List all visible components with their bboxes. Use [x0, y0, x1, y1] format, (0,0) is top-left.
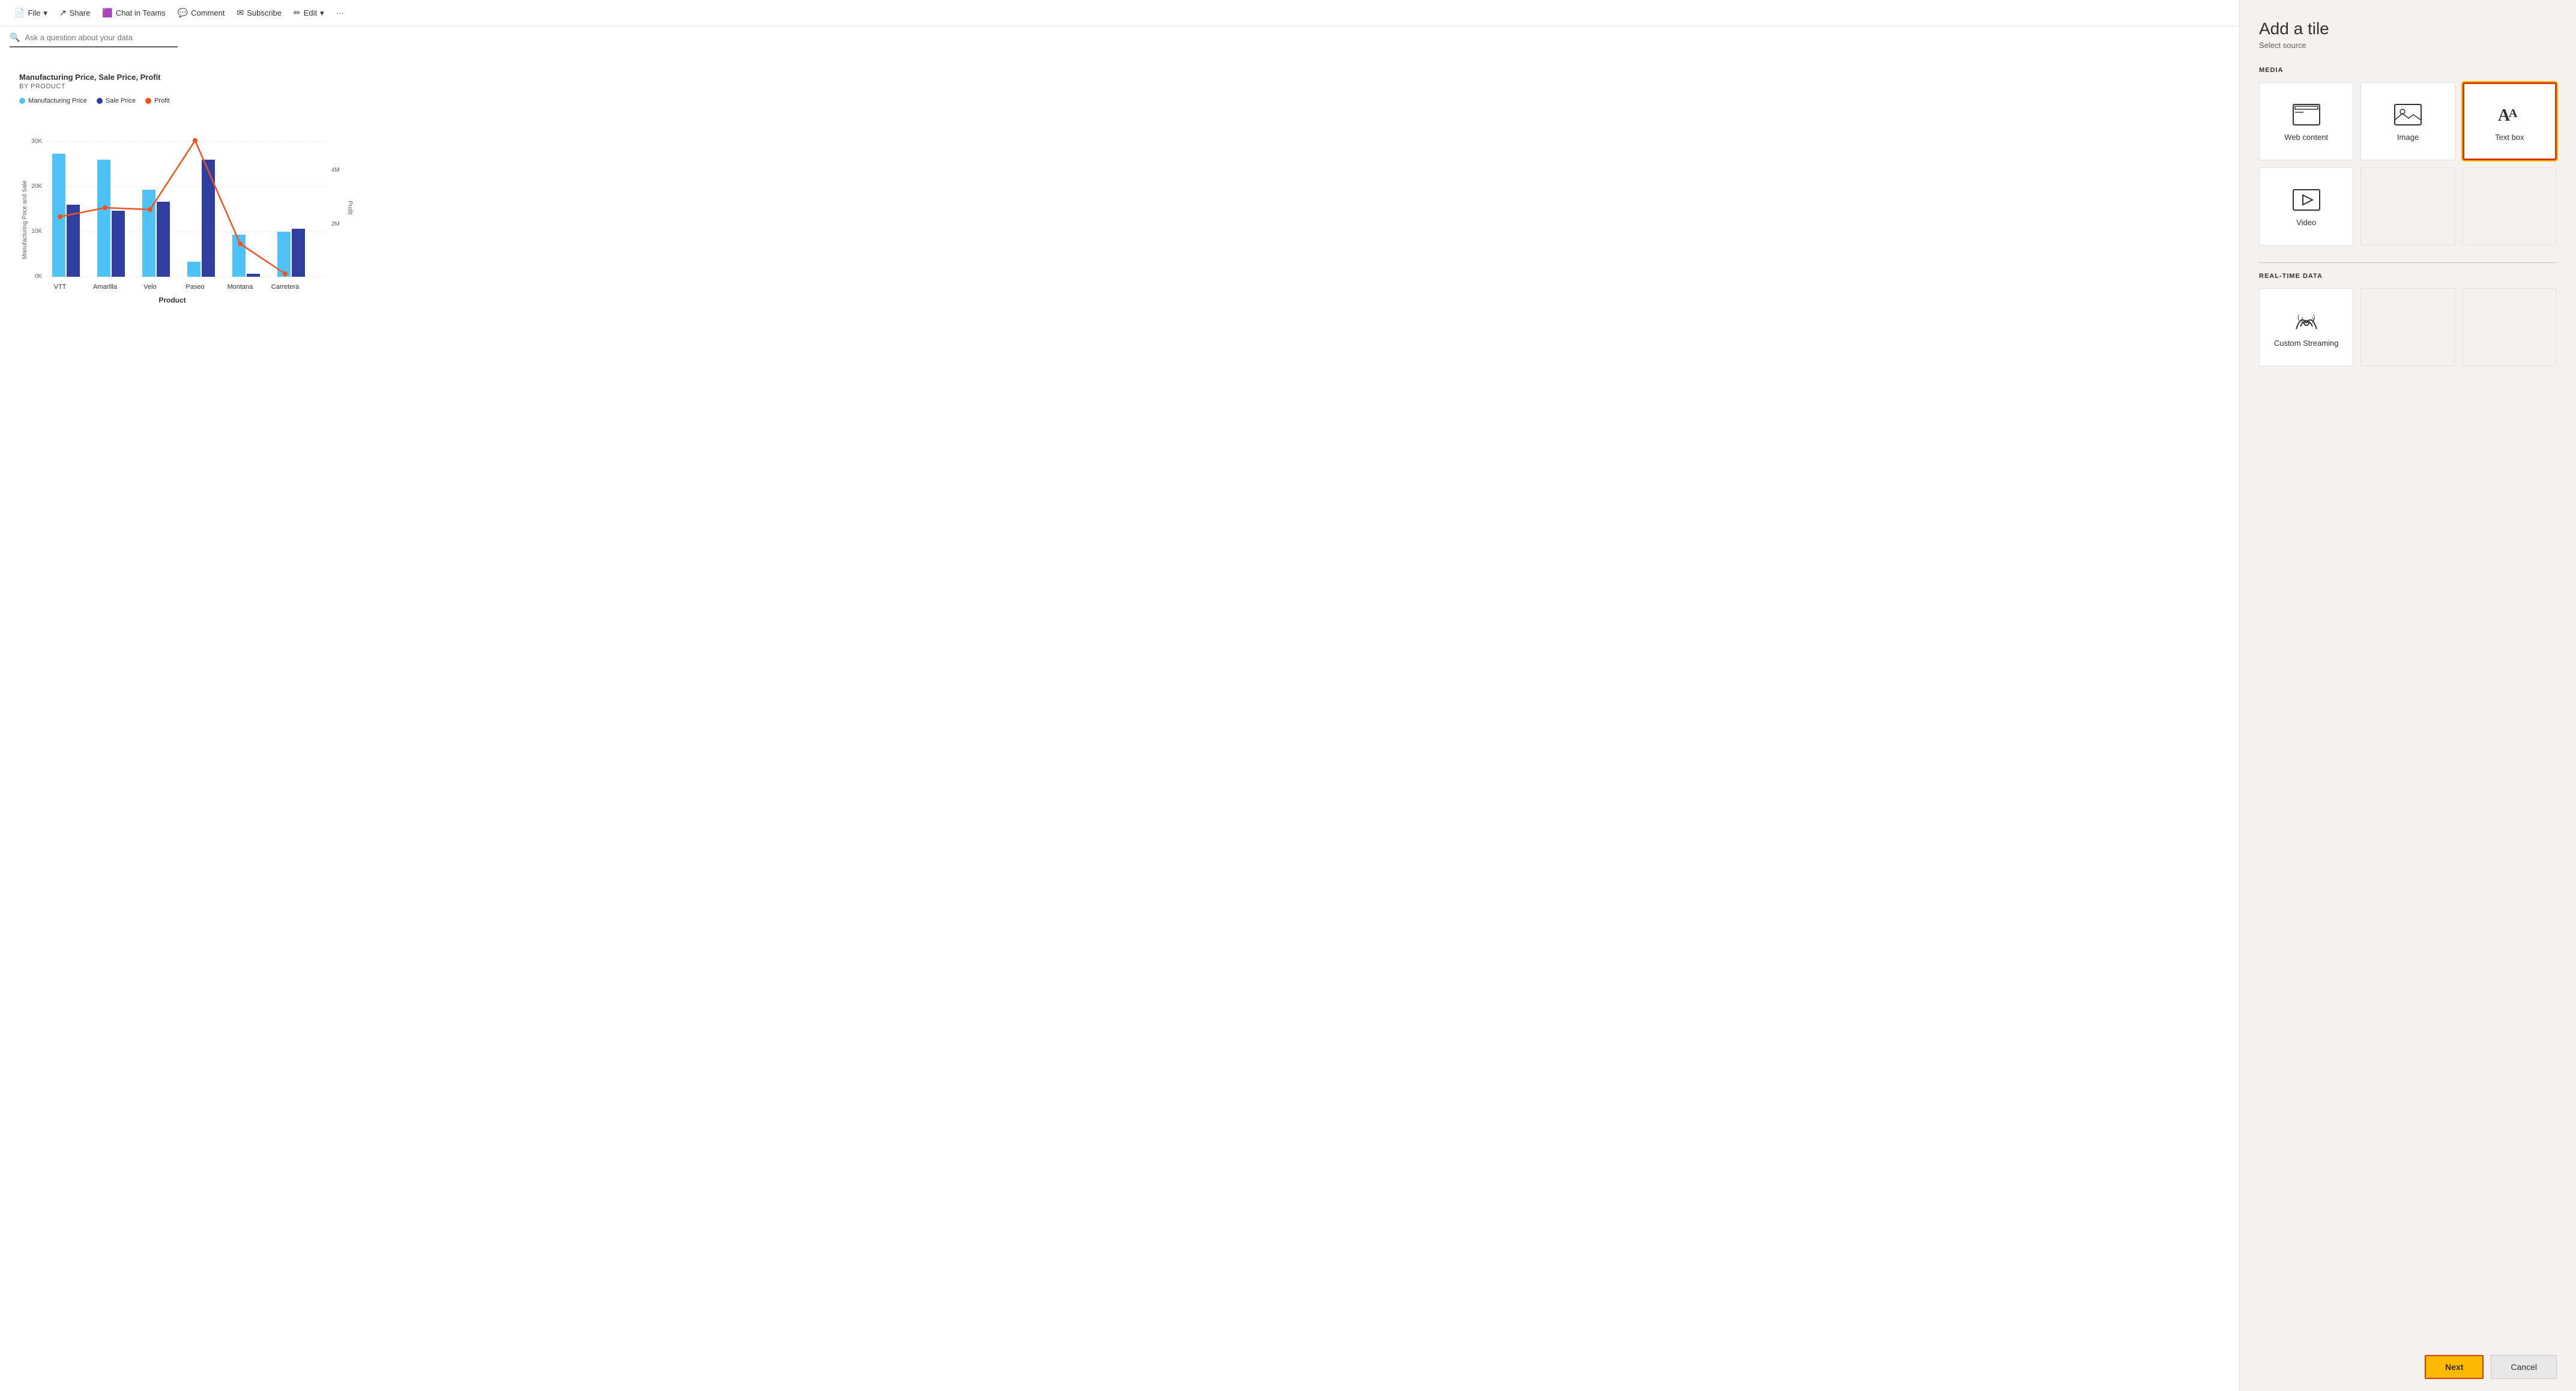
- legend-profit: Profit: [145, 97, 170, 104]
- web-content-label: Web content: [2284, 133, 2328, 142]
- custom-streaming-label: Custom Streaming: [2274, 339, 2339, 348]
- chart-title: Manufacturing Price, Sale Price, Profit: [19, 73, 2220, 82]
- text-box-label: Text box: [2495, 133, 2524, 142]
- subscribe-icon: ✉: [237, 8, 244, 18]
- video-icon: [2293, 189, 2320, 211]
- image-icon: [2394, 104, 2422, 125]
- tile-empty-2: [2463, 167, 2557, 246]
- share-icon: ↗: [59, 8, 67, 18]
- subscribe-button[interactable]: ✉ Subscribe: [232, 5, 286, 21]
- tile-custom-streaming[interactable]: ( ) ( ) Custom Streaming: [2259, 288, 2353, 366]
- svg-text:Carretera: Carretera: [271, 283, 300, 291]
- svg-text:Amarilla: Amarilla: [93, 283, 118, 291]
- tile-web-content[interactable]: Web content: [2259, 82, 2353, 160]
- chart-svg: Manufacturing Price and Sale Profit 30K …: [19, 112, 355, 316]
- comment-button[interactable]: 💬 Comment: [173, 5, 230, 21]
- chart-legend: Manufacturing Price Sale Price Profit: [19, 97, 2220, 104]
- ask-question-input[interactable]: [25, 33, 178, 42]
- share-label: Share: [70, 8, 91, 17]
- search-icon: 🔍: [10, 32, 20, 43]
- web-content-icon: [2293, 104, 2320, 125]
- svg-text:2M: 2M: [331, 221, 340, 228]
- legend-manufacturing-label: Manufacturing Price: [28, 97, 87, 104]
- share-button[interactable]: ↗ Share: [55, 5, 95, 21]
- legend-manufacturing: Manufacturing Price: [19, 97, 87, 104]
- more-icon: ···: [336, 8, 344, 17]
- chart-container: Manufacturing Price, Sale Price, Profit …: [10, 63, 2230, 1381]
- left-panel: 📄 File ▾ ↗ Share 🟪 Chat in Teams 💬 Comme…: [0, 0, 2240, 1391]
- edit-chevron-icon: ▾: [320, 8, 324, 18]
- legend-manufacturing-dot: [19, 98, 25, 104]
- right-panel: Add a tile Select source MEDIA Web conte…: [2240, 0, 2576, 1391]
- file-menu[interactable]: 📄 File ▾: [10, 5, 52, 21]
- ask-question-bar[interactable]: 🔍: [10, 32, 178, 47]
- svg-text:Profit: Profit: [346, 201, 353, 215]
- edit-label: Edit: [304, 8, 317, 17]
- media-section-label: MEDIA: [2259, 67, 2557, 74]
- svg-text:(: (: [2301, 316, 2303, 324]
- edit-icon: ✏: [294, 8, 301, 18]
- svg-text:(: (: [2297, 314, 2300, 321]
- svg-text:20K: 20K: [31, 183, 42, 190]
- legend-sale: Sale Price: [97, 97, 136, 104]
- svg-text:Manufacturing Price and Sale: Manufacturing Price and Sale: [22, 180, 28, 259]
- cancel-button[interactable]: Cancel: [2491, 1355, 2557, 1379]
- svg-text:0K: 0K: [35, 273, 43, 280]
- realtime-section-label: REAL-TIME DATA: [2259, 273, 2557, 280]
- legend-sale-label: Sale Price: [106, 97, 136, 104]
- svg-text:): ): [2313, 314, 2315, 321]
- next-button[interactable]: Next: [2425, 1355, 2484, 1379]
- tile-empty-4: [2463, 288, 2557, 366]
- media-tiles-row2: Video: [2259, 167, 2557, 246]
- video-label: Video: [2296, 218, 2316, 227]
- tile-empty-3: [2360, 288, 2455, 366]
- svg-text:Product: Product: [158, 296, 186, 304]
- svg-text:4M: 4M: [331, 167, 340, 173]
- media-tiles-row1: Web content Image A A Text box: [2259, 82, 2557, 160]
- svg-text:Paseo: Paseo: [186, 283, 204, 291]
- legend-sale-dot: [97, 98, 103, 104]
- streaming-icon: ( ) ( ): [2291, 310, 2321, 331]
- svg-text:VTT: VTT: [54, 283, 67, 291]
- panel-title: Add a tile: [2259, 19, 2557, 38]
- tile-video[interactable]: Video: [2259, 167, 2353, 246]
- toolbar: 📄 File ▾ ↗ Share 🟪 Chat in Teams 💬 Comme…: [0, 0, 2239, 26]
- text-box-icon: A A: [2496, 104, 2523, 125]
- legend-profit-dot: [145, 98, 151, 104]
- legend-profit-label: Profit: [154, 97, 170, 104]
- file-icon: 📄: [14, 8, 25, 18]
- subscribe-label: Subscribe: [247, 8, 282, 17]
- tile-image[interactable]: Image: [2360, 82, 2455, 160]
- tile-empty-1: [2360, 167, 2455, 246]
- realtime-tiles: ( ) ( ) Custom Streaming: [2259, 288, 2557, 366]
- tile-text-box[interactable]: A A Text box: [2463, 82, 2557, 160]
- svg-text:A: A: [2509, 107, 2518, 120]
- svg-text:30K: 30K: [31, 138, 42, 145]
- chat-in-teams-button[interactable]: 🟪 Chat in Teams: [97, 5, 170, 21]
- chart-subtitle: BY PRODUCT: [19, 83, 2220, 90]
- svg-text:Velo: Velo: [143, 283, 156, 291]
- section-divider: [2259, 262, 2557, 263]
- panel-subtitle: Select source: [2259, 41, 2557, 50]
- comment-label: Comment: [191, 8, 225, 17]
- chat-label: Chat in Teams: [116, 8, 166, 17]
- svg-text:10K: 10K: [31, 228, 42, 235]
- comment-icon: 💬: [178, 8, 188, 18]
- file-label: File: [28, 8, 40, 17]
- teams-icon: 🟪: [102, 8, 112, 18]
- file-chevron-icon: ▾: [43, 8, 47, 18]
- footer-buttons: Next Cancel: [2259, 1341, 2557, 1379]
- more-options-button[interactable]: ···: [331, 5, 349, 20]
- edit-menu[interactable]: ✏ Edit ▾: [289, 5, 329, 21]
- svg-text:Montana: Montana: [228, 283, 254, 291]
- image-label: Image: [2397, 133, 2419, 142]
